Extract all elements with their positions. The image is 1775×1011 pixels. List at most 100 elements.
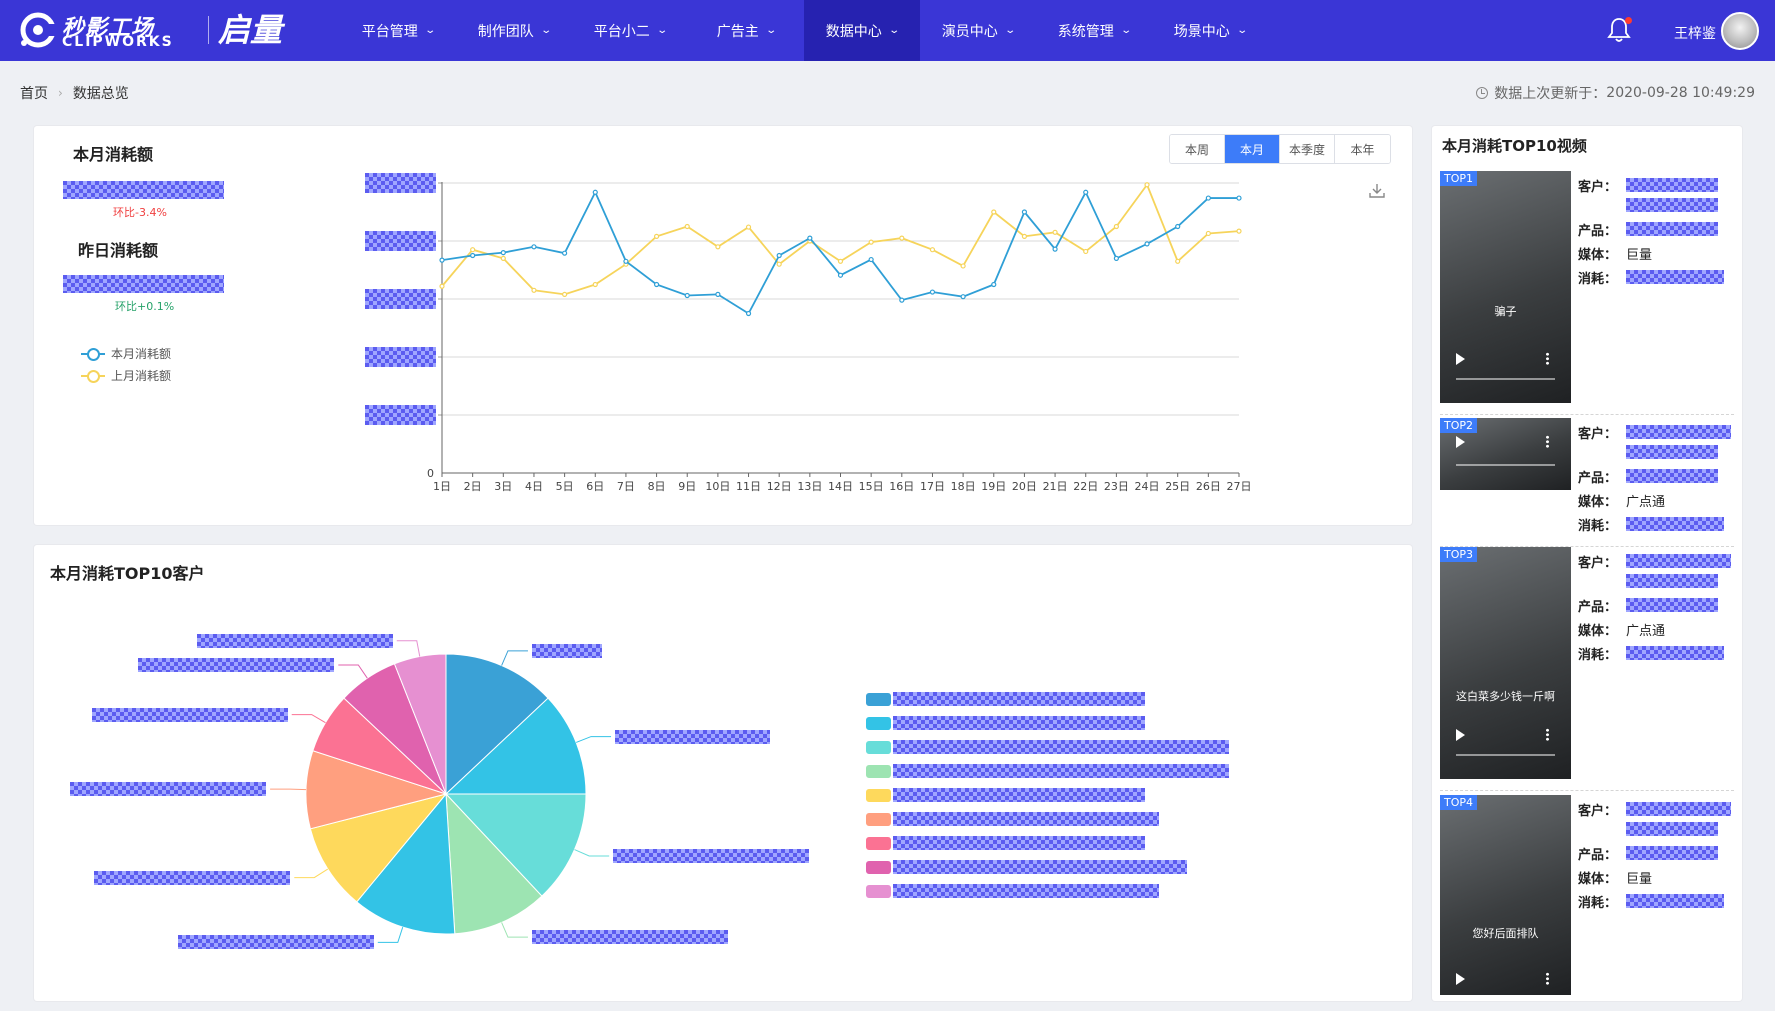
nav-item-3[interactable]: 广告主 ⌄ (688, 0, 804, 61)
pie-label-line (270, 788, 307, 791)
data-point (868, 239, 874, 245)
main-nav: 平台管理 ⌄ 制作团队 ⌄ 平台小二 ⌄ 广告主 ⌄ 数据中心 ⌄ 演员中心 ⌄ 系统管理 ⌄ 场景中心 ⌄ (340, 0, 1268, 61)
consume-value-redacted (1626, 894, 1724, 908)
y-tick-label-redacted (365, 289, 436, 309)
pie-legend-item[interactable] (866, 740, 1229, 754)
pie-legend-item[interactable] (866, 812, 1159, 826)
brand-logo[interactable]: 秒影工场 CLIPWORKS 启量 (18, 10, 308, 50)
breadcrumb: 首页 › 数据总览 (20, 83, 129, 103)
play-icon[interactable] (1456, 353, 1465, 365)
data-point (531, 244, 537, 250)
nav-item-0[interactable]: 平台管理 ⌄ (340, 0, 456, 61)
username[interactable]: 王梓鉴 (1674, 23, 1716, 43)
x-tick-label: 17日 (920, 480, 945, 493)
top-video-item[interactable]: TOP4 您好后面排队 客户： 产品： 媒体： 巨量 消耗： (1440, 795, 1734, 995)
play-icon[interactable] (1456, 973, 1465, 985)
legend-label-redacted (893, 836, 1145, 850)
data-point (715, 291, 721, 297)
chevron-down-icon: ⌄ (1004, 25, 1016, 36)
consume-value-redacted (1626, 270, 1724, 284)
legend-item-previous[interactable]: 上月消耗额 (81, 367, 171, 384)
progress-track (1456, 378, 1555, 380)
pie-label-line (574, 849, 610, 857)
pie-legend-item[interactable] (866, 860, 1187, 874)
nav-item-4[interactable]: 数据中心 ⌄ (804, 0, 920, 61)
data-point (500, 255, 506, 262)
data-point (745, 310, 752, 317)
pie-legend-item[interactable] (866, 836, 1145, 850)
nav-item-5[interactable]: 演员中心 ⌄ (920, 0, 1036, 61)
nav-label: 数据中心 (825, 23, 882, 40)
video-thumbnail[interactable]: TOP4 您好后面排队 (1440, 795, 1571, 995)
nav-item-6[interactable]: 系统管理 ⌄ (1036, 0, 1152, 61)
nav-item-7[interactable]: 场景中心 ⌄ (1152, 0, 1268, 61)
pie-legend-item[interactable] (866, 788, 1145, 802)
pie-legend-item[interactable] (866, 692, 1145, 706)
chevron-down-icon: ⌄ (1236, 25, 1248, 36)
legend-item-current[interactable]: 本月消耗额 (81, 345, 171, 362)
rank-badge: TOP2 (1440, 418, 1478, 433)
top-video-item[interactable]: TOP1 骗子 客户： 产品： 媒体： 巨量 消耗： (1440, 171, 1734, 403)
x-tick-label: 6日 (586, 480, 604, 493)
more-vertical-icon[interactable] (1546, 972, 1549, 985)
x-tick-label: 25日 (1165, 480, 1190, 493)
top-navbar: 秒影工场 CLIPWORKS 启量 平台管理 ⌄ 制作团队 ⌄ 平台小二 ⌄ 广告主 ⌄ 数据中… (0, 0, 1775, 61)
nav-label: 场景中心 (1173, 23, 1230, 40)
y-tick-label: 0 (427, 467, 434, 480)
time-range-switch: 本周 本月 本季度 本年 (1169, 134, 1391, 164)
data-point (715, 244, 721, 250)
video-thumbnail[interactable]: TOP2 (1440, 418, 1571, 490)
more-vertical-icon[interactable] (1546, 728, 1549, 741)
data-point (1205, 230, 1211, 237)
data-point (1144, 182, 1150, 188)
breadcrumb-home[interactable]: 首页 (20, 83, 48, 103)
pie-label-redacted (615, 729, 771, 744)
video-thumbnail[interactable]: TOP1 骗子 (1440, 171, 1571, 403)
range-tab-3[interactable]: 本年 (1335, 135, 1390, 163)
y-tick-label-redacted (365, 347, 436, 367)
avatar[interactable] (1721, 12, 1759, 50)
legend-label-redacted (893, 740, 1229, 754)
pie-title: 本月消耗TOP10客户 (50, 564, 205, 583)
range-tab-2[interactable]: 本季度 (1280, 135, 1335, 163)
customer-label: 客户： (1578, 180, 1618, 195)
more-vertical-icon[interactable] (1546, 352, 1549, 365)
top-video-item[interactable]: TOP3 这白菜多少钱一斤啊 客户： 产品： 媒体： 广点通 消耗： (1440, 547, 1734, 779)
video-caption: 这白菜多少钱一斤啊 (1456, 690, 1555, 703)
nav-item-1[interactable]: 制作团队 ⌄ (456, 0, 572, 61)
nav-item-2[interactable]: 平台小二 ⌄ (572, 0, 688, 61)
consume-label: 消耗： (1578, 272, 1618, 287)
product-value-redacted (1626, 598, 1718, 612)
data-point (623, 258, 629, 264)
data-point (1083, 189, 1089, 195)
pie-legend-item[interactable] (866, 716, 1145, 730)
more-vertical-icon[interactable] (1546, 435, 1549, 448)
legend-swatch (866, 692, 891, 706)
range-tab-1[interactable]: 本月 (1225, 135, 1280, 163)
logo-en-text: CLIPWORKS (62, 34, 174, 50)
top-video-item[interactable]: TOP2 客户： 产品： 媒体： 广点通 消耗： (1440, 418, 1734, 534)
pie-legend-item[interactable] (866, 764, 1229, 778)
top10-video-card: 本月消耗TOP10视频 TOP1 骗子 客户： 产品： 媒体： 巨量 消耗： TOP2 客户：产… (1432, 126, 1742, 1001)
data-point (991, 281, 997, 288)
play-icon[interactable] (1456, 436, 1465, 448)
data-point (562, 250, 568, 256)
media-label: 媒体： (1578, 248, 1618, 263)
media-label: 媒体： (1578, 495, 1618, 510)
rank-badge: TOP3 (1440, 547, 1478, 562)
pie-legend-item[interactable] (866, 884, 1159, 898)
data-point (899, 235, 905, 241)
video-thumbnail[interactable]: TOP3 这白菜多少钱一斤啊 (1440, 547, 1571, 779)
legend-label-redacted (893, 764, 1229, 778)
month-consume-value-redacted (63, 181, 224, 199)
range-tab-0[interactable]: 本周 (1170, 135, 1225, 163)
data-point (1175, 258, 1181, 264)
data-point (929, 289, 936, 295)
pie-label-redacted (531, 643, 602, 658)
play-icon[interactable] (1456, 729, 1465, 741)
chevron-down-icon: ⌄ (765, 25, 777, 36)
legend-label: 本月消耗额 (111, 347, 172, 361)
data-point (439, 257, 445, 263)
download-icon[interactable] (1368, 182, 1386, 200)
clipworks-logo-icon (20, 12, 56, 48)
